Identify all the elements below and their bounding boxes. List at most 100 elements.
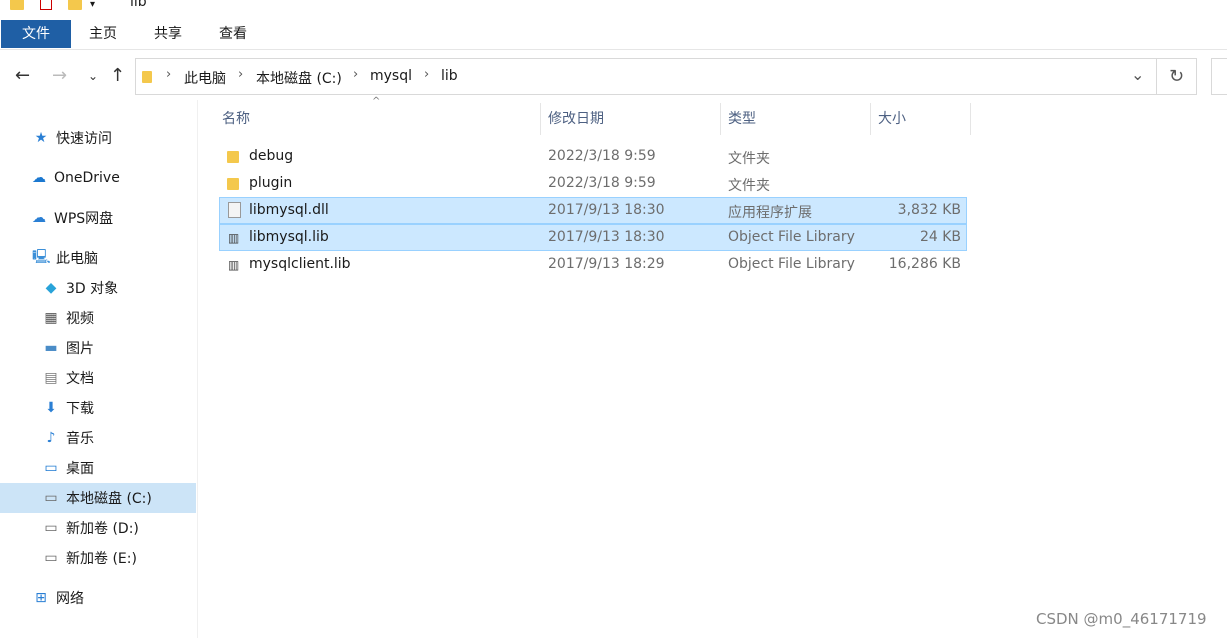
file-modified: 2017/9/13 18:29 xyxy=(548,256,665,272)
tab-share[interactable]: 共享 xyxy=(143,20,193,48)
file-type: 应用程序扩展 xyxy=(728,205,812,221)
forward-arrow-icon[interactable]: → xyxy=(52,65,67,86)
properties-icon[interactable] xyxy=(40,0,52,10)
breadcrumb-local-disk[interactable]: 本地磁盘 (C:) xyxy=(256,68,342,88)
sidebar-item-label: WPS网盘 xyxy=(54,211,114,227)
file-size: 24 KB xyxy=(919,229,961,245)
window-title: lib xyxy=(130,0,147,10)
sidebar-item-onedrive[interactable]: ☁ OneDrive xyxy=(30,163,120,193)
tab-home[interactable]: 主页 xyxy=(78,20,128,48)
file-name: mysqlclient.lib xyxy=(249,256,351,272)
dll-file-icon xyxy=(228,202,241,218)
recent-locations-chevron-icon[interactable]: ⌄ xyxy=(88,69,98,83)
breadcrumb-chevron-icon[interactable]: › xyxy=(353,67,358,82)
sidebar-item-label: 桌面 xyxy=(66,461,94,477)
sidebar-item-volume-e[interactable]: ▭ 新加卷 (E:) xyxy=(42,543,137,573)
tab-file[interactable]: 文件 xyxy=(1,20,71,48)
file-name: debug xyxy=(249,148,294,164)
computer-icon: 🖳 xyxy=(32,249,51,265)
address-bar[interactable]: › 此电脑 › 本地磁盘 (C:) › mysql › lib ⌄ xyxy=(135,58,1157,95)
column-divider[interactable] xyxy=(720,103,721,135)
dropdown-arrow-icon[interactable]: ▾ xyxy=(90,0,95,10)
watermark: CSDN @m0_46171719 xyxy=(1036,610,1207,628)
file-modified: 2017/9/13 18:30 xyxy=(548,202,665,218)
file-modified: 2017/9/13 18:30 xyxy=(548,229,665,245)
breadcrumb-chevron-icon[interactable]: › xyxy=(166,67,171,82)
file-name: libmysql.lib xyxy=(249,229,329,245)
column-divider[interactable] xyxy=(970,103,971,135)
sort-ascending-icon: ^ xyxy=(372,96,381,107)
breadcrumb-chevron-icon[interactable]: › xyxy=(424,67,429,82)
column-divider[interactable] xyxy=(870,103,871,135)
cube-icon: ◆ xyxy=(45,280,57,296)
file-row[interactable]: libmysql.dll 2017/9/13 18:30 应用程序扩展 3,83… xyxy=(219,197,967,224)
video-icon: ▦ xyxy=(44,310,58,326)
refresh-icon[interactable]: ↻ xyxy=(1157,58,1197,95)
breadcrumb-lib[interactable]: lib xyxy=(441,68,458,84)
folder-icon xyxy=(142,71,152,83)
sidebar-item-label: 快速访问 xyxy=(56,131,112,147)
column-header-type[interactable]: 类型 xyxy=(728,104,756,134)
document-icon: ▤ xyxy=(44,370,58,386)
lib-file-icon: ▥ xyxy=(228,258,240,272)
sidebar-item-videos[interactable]: ▦ 视频 xyxy=(42,303,94,333)
sidebar-item-label: OneDrive xyxy=(54,170,120,186)
breadcrumb-mysql[interactable]: mysql xyxy=(370,68,412,84)
file-size: 3,832 KB xyxy=(897,202,961,218)
drive-icon: ▭ xyxy=(44,520,58,536)
sidebar-item-label: 此电脑 xyxy=(56,251,98,267)
sidebar-item-label: 新加卷 (E:) xyxy=(66,551,137,567)
sidebar-item-pictures[interactable]: ▬ 图片 xyxy=(42,333,94,363)
file-row[interactable]: debug 2022/3/18 9:59 文件夹 xyxy=(219,144,967,171)
music-icon: ♪ xyxy=(46,430,56,446)
breadcrumb-chevron-icon[interactable]: › xyxy=(238,67,243,82)
network-icon: ⊞ xyxy=(35,590,47,606)
sidebar-item-this-pc[interactable]: 🖳 此电脑 xyxy=(32,243,98,273)
cloud-icon: ☁ xyxy=(32,210,46,226)
sidebar-item-volume-d[interactable]: ▭ 新加卷 (D:) xyxy=(42,513,139,543)
address-row: ← → ⌄ ↑ › 此电脑 › 本地磁盘 (C:) › mysql › lib … xyxy=(0,57,1227,97)
column-header-name[interactable]: 名称 xyxy=(222,104,250,134)
desktop-icon: ▭ xyxy=(44,460,58,476)
sidebar-item-network[interactable]: ⊞ 网络 xyxy=(32,583,84,613)
sidebar-item-local-disk-c[interactable]: ▭ 本地磁盘 (C:) xyxy=(0,483,196,513)
sidebar-item-quick-access[interactable]: ★ 快速访问 xyxy=(32,123,112,153)
sidebar-item-documents[interactable]: ▤ 文档 xyxy=(42,363,94,393)
sidebar-item-downloads[interactable]: ⬇ 下载 xyxy=(42,393,94,423)
sidebar-item-wps-drive[interactable]: ☁ WPS网盘 xyxy=(30,203,113,233)
file-type: 文件夹 xyxy=(728,178,770,194)
file-name: plugin xyxy=(249,175,293,191)
breadcrumb-this-pc[interactable]: 此电脑 xyxy=(184,68,226,88)
sidebar-item-3d-objects[interactable]: ◆ 3D 对象 xyxy=(42,273,119,303)
file-row[interactable]: plugin 2022/3/18 9:59 文件夹 xyxy=(219,171,967,198)
back-arrow-icon[interactable]: ← xyxy=(15,65,30,86)
sidebar-item-label: 下载 xyxy=(66,401,94,417)
up-arrow-icon[interactable]: ↑ xyxy=(110,65,125,86)
sidebar-item-music[interactable]: ♪ 音乐 xyxy=(42,423,94,453)
address-dropdown-icon[interactable]: ⌄ xyxy=(1131,65,1144,84)
file-row[interactable]: ▥ mysqlclient.lib 2017/9/13 18:29 Object… xyxy=(219,252,967,279)
quick-access-toolbar: ▾ xyxy=(10,0,95,14)
star-icon: ★ xyxy=(34,130,48,146)
column-header-modified[interactable]: 修改日期 xyxy=(548,104,604,134)
file-size: 16,286 KB xyxy=(888,256,961,272)
tab-view[interactable]: 查看 xyxy=(208,20,258,48)
download-icon: ⬇ xyxy=(45,400,57,416)
sidebar-item-label: 本地磁盘 (C:) xyxy=(66,491,152,507)
file-type: Object File Library xyxy=(728,229,855,245)
drive-icon: ▭ xyxy=(44,490,58,506)
search-box[interactable] xyxy=(1211,58,1227,95)
file-modified: 2022/3/18 9:59 xyxy=(548,148,656,164)
navigation-pane: ★ 快速访问 ☁ OneDrive ☁ WPS网盘 🖳 此电脑 ◆ 3D 对象 … xyxy=(0,100,198,638)
column-header-size[interactable]: 大小 xyxy=(878,104,906,134)
file-row[interactable]: ▥ libmysql.lib 2017/9/13 18:30 Object Fi… xyxy=(219,224,967,251)
sidebar-item-label: 图片 xyxy=(66,341,94,357)
cloud-icon: ☁ xyxy=(32,170,46,186)
new-folder-icon[interactable] xyxy=(68,0,82,10)
column-divider[interactable] xyxy=(540,103,541,135)
sidebar-item-label: 网络 xyxy=(56,591,84,607)
sidebar-item-label: 新加卷 (D:) xyxy=(66,521,139,537)
sidebar-item-desktop[interactable]: ▭ 桌面 xyxy=(42,453,94,483)
sidebar-item-label: 音乐 xyxy=(66,431,94,447)
folder-icon xyxy=(10,0,24,10)
